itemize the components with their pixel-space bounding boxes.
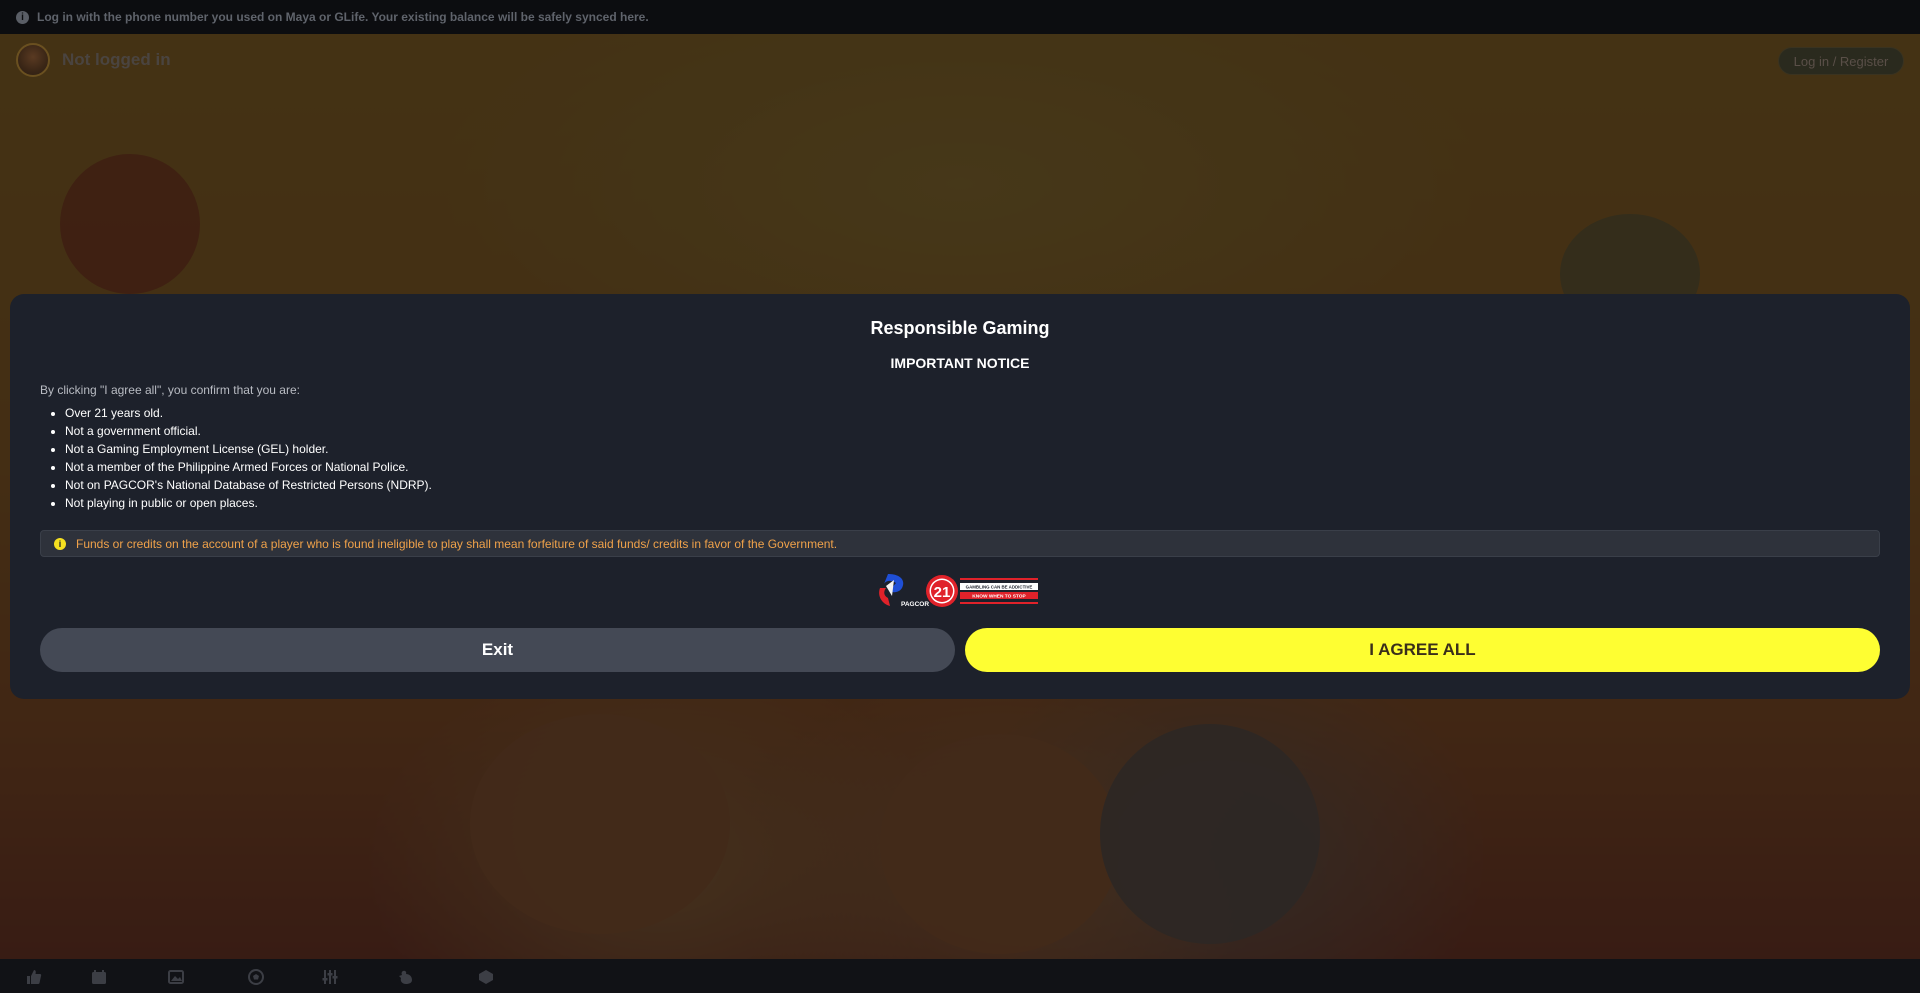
- image-icon[interactable]: [166, 967, 186, 987]
- list-item: Over 21 years old.: [65, 404, 432, 422]
- rooster-icon[interactable]: [396, 967, 416, 987]
- age-21-logo-icon: 21 GAMBLING CAN BE ADDICTIVE KNOW WHEN T…: [926, 575, 1038, 607]
- modal-title: Responsible Gaming: [870, 318, 1050, 338]
- agree-all-button[interactable]: I AGREE ALL: [965, 628, 1880, 672]
- list-item: Not a member of the Philippine Armed For…: [65, 458, 432, 476]
- warning-text: Funds or credits on the account of a pla…: [76, 536, 838, 551]
- intro-text: By clicking "I agree all", you confirm t…: [40, 383, 300, 397]
- exit-button[interactable]: Exit: [40, 628, 955, 672]
- regulator-logos: PAGCOR 21 GAMBLING CAN BE ADDICTIVE KNOW…: [879, 574, 1038, 608]
- header: Not logged in Log in / Register: [0, 34, 1920, 86]
- eligibility-list: Over 21 years old. Not a government offi…: [40, 404, 432, 512]
- addictive-tagline: GAMBLING CAN BE ADDICTIVE: [966, 585, 1033, 590]
- thumbs-up-icon[interactable]: [24, 967, 44, 987]
- bottom-navigation: [0, 959, 1920, 993]
- page: i Log in with the phone number you used …: [0, 0, 1920, 993]
- list-item: Not playing in public or open places.: [65, 494, 432, 512]
- info-icon: i: [16, 10, 29, 24]
- list-item: Not on PAGCOR's National Database of Res…: [65, 476, 432, 494]
- age-label: 21: [934, 584, 951, 601]
- login-notice-bar: i Log in with the phone number you used …: [0, 0, 1920, 34]
- pagcor-logo-icon: PAGCOR: [879, 574, 929, 608]
- forfeiture-warning: i Funds or credits on the account of a p…: [40, 530, 1880, 557]
- modal-subtitle: IMPORTANT NOTICE: [890, 355, 1030, 371]
- list-item: Not a government official.: [65, 422, 432, 440]
- list-item: Not a Gaming Employment License (GEL) ho…: [65, 440, 432, 458]
- info-icon: i: [54, 537, 66, 550]
- login-status: Not logged in: [62, 50, 171, 69]
- responsible-gaming-modal: Responsible Gaming IMPORTANT NOTICE By c…: [10, 294, 1910, 699]
- login-register-button[interactable]: Log in / Register: [1778, 47, 1904, 75]
- login-notice-text: Log in with the phone number you used on…: [37, 10, 649, 24]
- calendar-icon[interactable]: [89, 967, 109, 987]
- stop-tagline: KNOW WHEN TO STOP: [972, 594, 1026, 600]
- avatar[interactable]: [16, 43, 50, 77]
- pagcor-label: PAGCOR: [901, 601, 929, 608]
- dice-icon[interactable]: [476, 967, 496, 987]
- sliders-icon[interactable]: [320, 967, 340, 987]
- soccer-ball-icon[interactable]: [246, 967, 266, 987]
